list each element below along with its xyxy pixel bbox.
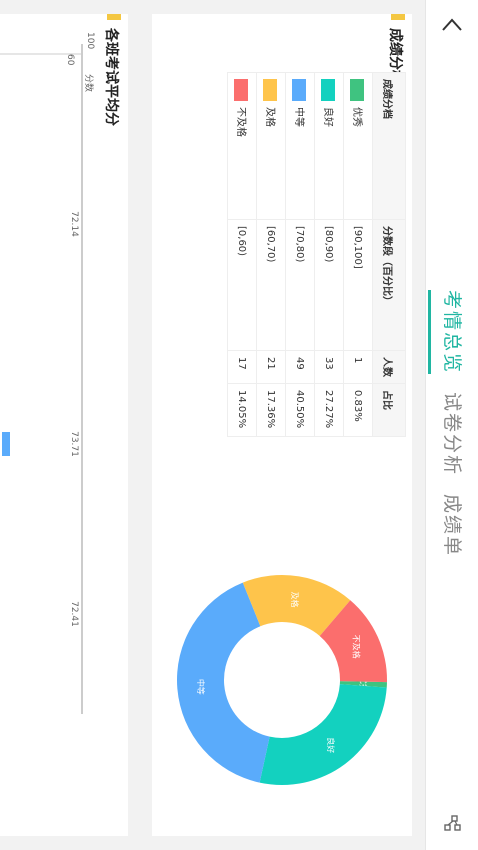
grade-table: 成绩分档 分数段（百分比） 人数 占比 优秀 [90,100] 1 0.83% 良好 [8… — [227, 72, 406, 437]
score-range-cell: [0,60) — [227, 219, 257, 351]
legend-swatch — [263, 79, 277, 101]
grade-donut-chart: 优秀良好中等及格不及格 — [177, 575, 387, 785]
col-header: 分数段（百分比） — [372, 219, 406, 351]
bar-value-label: 72.41 — [69, 601, 79, 627]
count-cell: 33 — [314, 350, 344, 384]
count-cell: 17 — [227, 350, 257, 384]
score-range-cell: [80,90) — [314, 219, 344, 351]
ratio-cell: 40.50% — [285, 383, 315, 437]
table-row: 良好 [80,90) 33 27.27% — [314, 72, 344, 437]
grade-level-label: 及格 — [264, 107, 275, 127]
bar-value-label: 73.71 — [69, 431, 79, 457]
bar — [2, 212, 10, 236]
tab-score-sheet[interactable]: 成绩单 — [426, 494, 478, 557]
legend-swatch — [350, 79, 364, 101]
count-cell: 21 — [256, 350, 286, 384]
bar-value-label: 72.14 — [69, 211, 79, 237]
y-axis-label: 分数 — [83, 74, 95, 92]
grade-level-cell: 及格 — [256, 72, 286, 220]
score-range-cell: [90,100] — [343, 219, 373, 351]
slice-label: 不及格 — [351, 635, 361, 659]
slice-label: 中等 — [196, 679, 206, 695]
table-row: 及格 [60,70) 21 17.36% — [256, 72, 286, 437]
legend-swatch — [292, 79, 306, 101]
slice-label: 及格 — [290, 592, 300, 608]
grade-level-cell: 良好 — [314, 72, 344, 220]
grade-level-cell: 优秀 — [343, 72, 373, 220]
grade-level-label: 不及格 — [235, 107, 246, 137]
ratio-cell: 17.36% — [256, 383, 286, 437]
share-icon[interactable] — [440, 812, 464, 836]
bar — [2, 432, 10, 456]
count-cell: 49 — [285, 350, 315, 384]
table-header-row: 成绩分档 分数段（百分比） 人数 占比 — [372, 72, 406, 437]
col-header: 成绩分档 — [372, 72, 406, 220]
chevron-left-icon — [442, 18, 462, 31]
top-nav-bar: 考情总览 试卷分析 成绩单 — [425, 0, 478, 850]
grade-level-label: 良好 — [322, 107, 333, 127]
class-average-card: 各班考试平均分 分数 100 60 72.14 73.71 72.41 — [0, 14, 128, 836]
tab-paper-analysis[interactable]: 试卷分析 — [426, 392, 478, 476]
class-average-chart: 分数 100 60 72.14 73.71 72.41 — [0, 32, 95, 714]
tab-overview[interactable]: 考情总览 — [426, 290, 478, 374]
col-header: 人数 — [372, 350, 406, 384]
ratio-cell: 0.83% — [343, 383, 373, 437]
ratio-cell: 27.27% — [314, 383, 344, 437]
score-range-cell: [70,80) — [285, 219, 315, 351]
grade-level-cell: 不及格 — [227, 72, 257, 220]
table-row: 中等 [70,80) 49 40.50% — [285, 72, 315, 437]
table-row: 不及格 [0,60) 17 14.05% — [227, 72, 257, 437]
count-cell: 1 — [343, 350, 373, 384]
grade-level-label: 中等 — [293, 107, 304, 127]
score-range-cell: [60,70) — [256, 219, 286, 351]
grade-level-label: 优秀 — [351, 107, 362, 127]
legend-swatch — [321, 79, 335, 101]
legend-swatch — [234, 79, 248, 101]
back-button[interactable] — [434, 8, 470, 44]
table-row: 优秀 [90,100] 1 0.83% — [343, 72, 373, 437]
grade-level-cell: 中等 — [285, 72, 315, 220]
y-tick-label: 100 — [85, 32, 95, 49]
grade-stats-card: 成绩分档统计 成绩分档 分数段（百分比） 人数 占比 优秀 [90,100] 1 0.… — [152, 14, 412, 836]
card-title: 各班考试平均分 — [102, 28, 122, 126]
y-tick-label: 60 — [65, 54, 75, 66]
donut-slice[interactable] — [259, 684, 387, 785]
slice-label: 良好 — [326, 737, 336, 753]
app-screen: 考情总览 试卷分析 成绩单 成绩分档统计 成绩分档 分数段（百分比） 人数 占比… — [0, 0, 478, 850]
col-header: 占比 — [372, 383, 406, 437]
bar — [2, 602, 10, 626]
ratio-cell: 14.05% — [227, 383, 257, 437]
